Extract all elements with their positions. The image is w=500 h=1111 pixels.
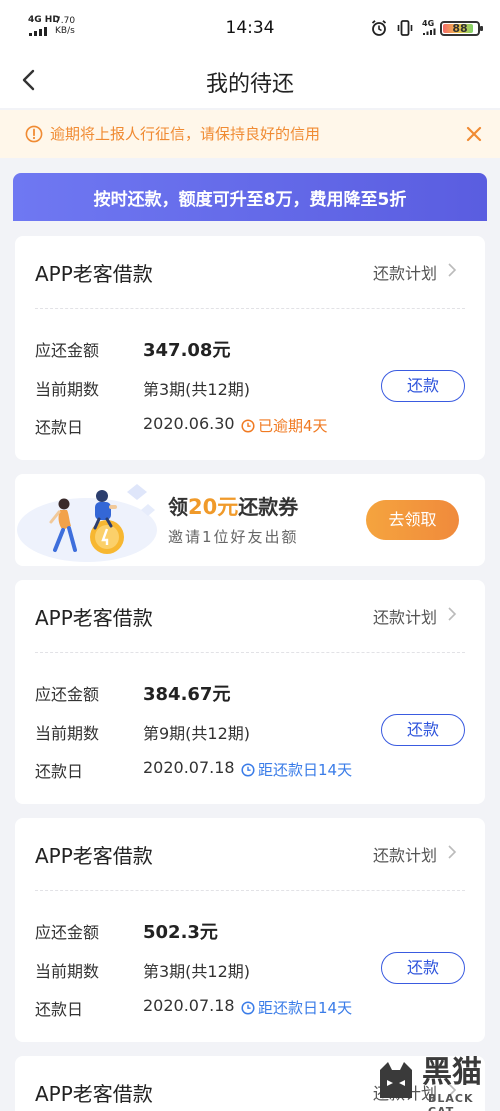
period-value: 第9期(共12期): [143, 724, 251, 743]
loan-card: APP老客借款 还款计划 应还金额 502.3元 当前期数 第3期(共12期) …: [15, 818, 485, 1042]
alarm-icon: [371, 20, 387, 36]
repayment-plan-label: 还款计划: [372, 846, 437, 865]
close-icon[interactable]: [464, 124, 484, 144]
sim-label: 4G: [422, 19, 435, 28]
loan-title: APP老客借款: [35, 606, 153, 630]
repay-button[interactable]: 还款: [381, 952, 465, 984]
status-bar: 4G HD 7.70 KB/s 14:34 4G 88: [0, 0, 500, 56]
period-label: 当前期数: [35, 724, 100, 743]
due-date-label: 还款日: [35, 762, 84, 781]
card-divider: [35, 652, 465, 653]
clock-icon: [241, 1000, 255, 1015]
cellular-icon: [423, 28, 436, 35]
clock-icon: [241, 418, 255, 433]
repay-button[interactable]: 还款: [381, 370, 465, 402]
battery-percent: 88: [452, 22, 468, 35]
coupon-prefix: 领: [168, 495, 188, 519]
period-label: 当前期数: [35, 962, 100, 981]
repayment-plan-label: 还款计划: [372, 264, 437, 283]
period-value: 第3期(共12期): [143, 962, 251, 981]
amount-value: 384.67元: [143, 684, 231, 705]
amount-value: 347.08元: [143, 340, 231, 361]
period-value: 第3期(共12期): [143, 380, 251, 399]
watermark-text: 黑猫: [422, 1055, 482, 1090]
loan-title: APP老客借款: [35, 1082, 153, 1106]
due-countdown-text: 距还款日14天: [258, 761, 353, 779]
promo-banner[interactable]: 按时还款，额度可升至8万，费用降至5折: [13, 173, 487, 221]
nav-bar: 我的待还: [0, 56, 500, 108]
loan-title: APP老客借款: [35, 262, 153, 286]
status-icons: 4G: [370, 19, 436, 37]
cat-logo-icon: [380, 1062, 412, 1098]
loan-card: APP老客借款 还款计划 应还金额 347.08元 当前期数 第3期(共12期)…: [15, 236, 485, 460]
notice-text: 逾期将上报人行征信，请保持良好的信用: [50, 125, 321, 143]
period-label: 当前期数: [35, 380, 100, 399]
due-countdown-text: 距还款日14天: [258, 999, 353, 1017]
page-title: 我的待还: [205, 72, 294, 97]
coupon-amount: 20元: [188, 495, 239, 519]
watermark-subtext: BLACK CAT: [428, 1092, 474, 1111]
battery-indicator: 88: [440, 21, 483, 36]
due-countdown-status: 距还款日14天: [241, 997, 352, 1018]
amount-label: 应还金额: [35, 923, 100, 942]
sim-network: 4G: [422, 20, 436, 36]
due-date-label: 还款日: [35, 418, 84, 437]
due-date-value: 2020.06.30: [143, 414, 235, 433]
overdue-status: 已逾期4天: [241, 415, 328, 436]
due-countdown-status: 距还款日14天: [241, 759, 352, 780]
loan-title: APP老客借款: [35, 844, 153, 868]
amount-label: 应还金额: [35, 685, 100, 704]
chevron-right-icon: [448, 263, 457, 277]
amount-label: 应还金额: [35, 341, 100, 360]
due-date-value: 2020.07.18: [143, 996, 235, 1015]
repay-button[interactable]: 还款: [381, 714, 465, 746]
chevron-right-icon: [448, 845, 457, 859]
invite-illustration: [17, 484, 157, 562]
repayment-plan-label: 还款计划: [372, 608, 437, 627]
vibrate-icon: [397, 20, 413, 36]
due-date-label: 还款日: [35, 1000, 84, 1019]
clock-icon: [241, 762, 255, 777]
chevron-right-icon: [448, 607, 457, 621]
coupon-title: 领20元还款券: [168, 491, 298, 521]
claim-coupon-button[interactable]: 去领取: [366, 500, 459, 540]
loan-card: APP老客借款 还款计划 应还金额 384.67元 当前期数 第9期(共12期)…: [15, 580, 485, 804]
overdue-status-text: 已逾期4天: [258, 417, 328, 435]
coupon-subtitle: 邀请1位好友出额: [168, 528, 299, 546]
due-date-value: 2020.07.18: [143, 758, 235, 777]
promo-text: 按时还款，额度可升至8万，费用降至5折: [93, 190, 407, 210]
black-cat-watermark: 黑猫 BLACK CAT: [372, 1056, 498, 1111]
card-divider: [35, 890, 465, 891]
warning-circle-icon: [25, 125, 43, 143]
coupon-banner[interactable]: 领20元还款券 邀请1位好友出额 去领取: [15, 474, 485, 566]
credit-notice-banner: 逾期将上报人行征信，请保持良好的信用: [0, 110, 500, 158]
card-divider: [35, 308, 465, 309]
amount-value: 502.3元: [143, 922, 218, 943]
coupon-suffix: 还款券: [238, 495, 299, 519]
